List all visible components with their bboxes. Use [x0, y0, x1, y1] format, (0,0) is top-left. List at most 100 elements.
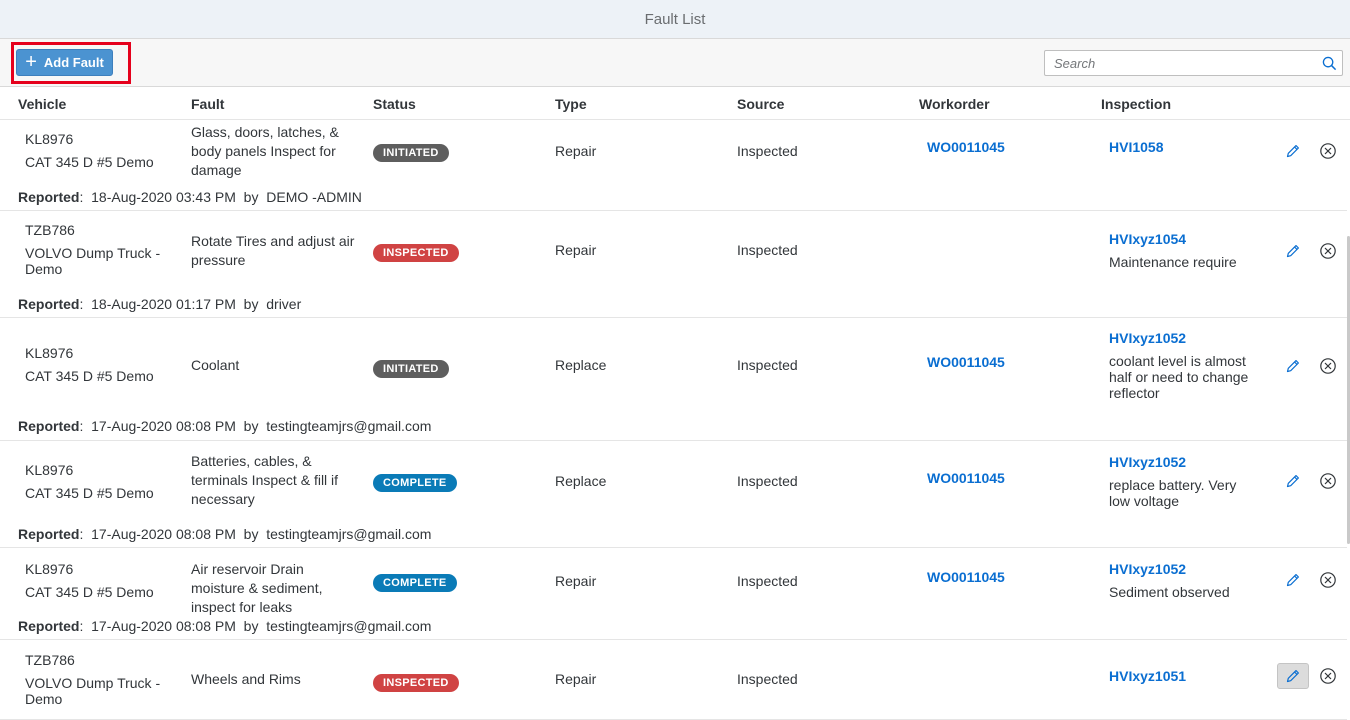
reported-by-label: by — [243, 418, 259, 434]
inspection-link[interactable]: HVIxyz1051 — [1109, 667, 1259, 686]
vehicle-cell: KL8976 CAT 345 D #5 Demo — [25, 130, 175, 170]
type-text: Repair — [555, 573, 597, 589]
vehicle-name: CAT 345 D #5 Demo — [25, 368, 154, 384]
reported-line: Reported: 17-Aug-2020 08:08 PM by testin… — [18, 526, 432, 542]
edit-button[interactable] — [1283, 570, 1303, 590]
workorder-link[interactable]: WO0011045 — [927, 568, 1005, 587]
status-cell: COMPLETE — [373, 472, 457, 492]
search-input[interactable] — [1045, 51, 1316, 75]
search-field[interactable] — [1044, 50, 1343, 76]
column-workorder[interactable]: Workorder — [919, 96, 990, 112]
inspection-link[interactable]: HVIxyz1052 — [1109, 453, 1259, 472]
inspection-link[interactable]: HVIxyz1052 — [1109, 329, 1259, 348]
vehicle-cell: KL8976 CAT 345 D #5 Demo — [25, 344, 175, 384]
table-row[interactable]: TZB786 VOLVO Dump Truck - Demo Wheels and… — [0, 640, 1347, 720]
table-row[interactable]: KL8976 CAT 345 D #5 Demo Air reservoir Dr… — [0, 548, 1347, 640]
fault-text: Air reservoir Drain moisture & sediment,… — [191, 561, 323, 615]
reported-line: Reported: 17-Aug-2020 08:08 PM by testin… — [18, 618, 432, 634]
type-text: Repair — [555, 143, 597, 159]
delete-button[interactable] — [1318, 666, 1338, 686]
vehicle-name: CAT 345 D #5 Demo — [25, 485, 154, 501]
reported-by-label: by — [243, 189, 259, 205]
status-badge: INSPECTED — [373, 244, 459, 262]
table-row[interactable]: TZB786 VOLVO Dump Truck - Demo Rotate Tir… — [0, 211, 1347, 318]
table-row[interactable]: KL8976 CAT 345 D #5 Demo Coolant INITIATE… — [0, 318, 1347, 441]
source-text: Inspected — [737, 357, 798, 373]
close-circle-icon — [1319, 571, 1337, 589]
inspection-link[interactable]: HVI1058 — [1109, 138, 1259, 157]
inspection-note: Sediment observed — [1109, 584, 1230, 600]
edit-button[interactable] — [1277, 663, 1309, 689]
reported-label: Reported — [18, 418, 80, 434]
reported-date: 17-Aug-2020 08:08 PM — [91, 526, 236, 542]
reported-line: Reported: 18-Aug-2020 01:17 PM by driver — [18, 296, 302, 312]
vehicle-id: TZB786 — [25, 652, 75, 668]
column-vehicle[interactable]: Vehicle — [18, 96, 66, 112]
vehicle-name: VOLVO Dump Truck - Demo — [25, 675, 161, 707]
workorder-link[interactable]: WO0011045 — [927, 469, 1005, 488]
vehicle-cell: TZB786 VOLVO Dump Truck - Demo — [25, 651, 175, 707]
reported-date: 17-Aug-2020 08:08 PM — [91, 418, 236, 434]
reported-label: Reported — [18, 189, 80, 205]
column-inspection[interactable]: Inspection — [1101, 96, 1171, 112]
type-text: Replace — [555, 357, 607, 373]
fault-text: Coolant — [191, 357, 240, 373]
status-badge: COMPLETE — [373, 474, 457, 492]
status-cell: INITIATED — [373, 142, 449, 162]
status-badge: INITIATED — [373, 360, 449, 378]
reported-line: Reported: 18-Aug-2020 03:43 PM by DEMO -… — [18, 189, 362, 205]
vehicle-name: CAT 345 D #5 Demo — [25, 154, 154, 170]
fault-text: Rotate Tires and adjust air pressure — [191, 233, 355, 268]
reported-by: testingteamjrs@gmail.com — [266, 526, 432, 542]
page-title: Fault List — [644, 10, 706, 28]
pencil-icon — [1285, 668, 1301, 684]
type-text: Repair — [555, 671, 597, 687]
workorder-link[interactable]: WO0011045 — [927, 138, 1005, 157]
table-row[interactable]: KL8976 CAT 345 D #5 Demo Glass, doors, la… — [0, 120, 1347, 211]
fault-table: KL8976 CAT 345 D #5 Demo Glass, doors, la… — [0, 120, 1347, 720]
page-header: Fault List — [0, 0, 1350, 39]
vehicle-cell: KL8976 CAT 345 D #5 Demo — [25, 461, 175, 501]
close-circle-icon — [1319, 667, 1337, 685]
edit-button[interactable] — [1283, 356, 1303, 376]
search-icon[interactable] — [1316, 51, 1342, 75]
delete-button[interactable] — [1318, 241, 1338, 261]
vehicle-id: KL8976 — [25, 462, 74, 478]
edit-button[interactable] — [1283, 241, 1303, 261]
column-status[interactable]: Status — [373, 96, 416, 112]
status-cell: INSPECTED — [373, 242, 459, 262]
delete-button[interactable] — [1318, 141, 1338, 161]
vehicle-id: KL8976 — [25, 345, 74, 361]
reported-line: Reported: 17-Aug-2020 08:08 PM by testin… — [18, 418, 432, 434]
delete-button[interactable] — [1318, 570, 1338, 590]
add-fault-button[interactable]: + Add Fault — [16, 49, 113, 76]
inspection-cell: HVIxyz1052 coolant level is almost half … — [1109, 329, 1259, 401]
reported-date: 17-Aug-2020 08:08 PM — [91, 618, 236, 634]
delete-button[interactable] — [1318, 471, 1338, 491]
column-fault[interactable]: Fault — [191, 96, 224, 112]
table-header: Vehicle Fault Status Type Source Workord… — [0, 87, 1350, 120]
reported-label: Reported — [18, 296, 80, 312]
plus-icon: + — [25, 50, 37, 73]
workorder-link[interactable]: WO0011045 — [927, 353, 1005, 372]
table-row[interactable]: KL8976 CAT 345 D #5 Demo Batteries, cable… — [0, 441, 1347, 548]
edit-button[interactable] — [1283, 141, 1303, 161]
status-badge: INITIATED — [373, 144, 449, 162]
inspection-cell: HVIxyz1054 Maintenance require — [1109, 230, 1259, 270]
reported-by-label: by — [243, 526, 259, 542]
fault-text: Wheels and Rims — [191, 671, 301, 687]
vehicle-id: KL8976 — [25, 561, 74, 577]
close-circle-icon — [1319, 472, 1337, 490]
type-text: Repair — [555, 242, 597, 258]
status-cell: INITIATED — [373, 358, 449, 378]
reported-label: Reported — [18, 526, 80, 542]
edit-button[interactable] — [1283, 471, 1303, 491]
delete-button[interactable] — [1318, 356, 1338, 376]
inspection-cell: HVIxyz1052 replace battery. Very low vol… — [1109, 453, 1259, 509]
column-type[interactable]: Type — [555, 96, 587, 112]
column-source[interactable]: Source — [737, 96, 784, 112]
inspection-link[interactable]: HVIxyz1052 — [1109, 560, 1259, 579]
reported-by: testingteamjrs@gmail.com — [266, 418, 432, 434]
toolbar: + Add Fault — [0, 39, 1350, 87]
inspection-link[interactable]: HVIxyz1054 — [1109, 230, 1259, 249]
